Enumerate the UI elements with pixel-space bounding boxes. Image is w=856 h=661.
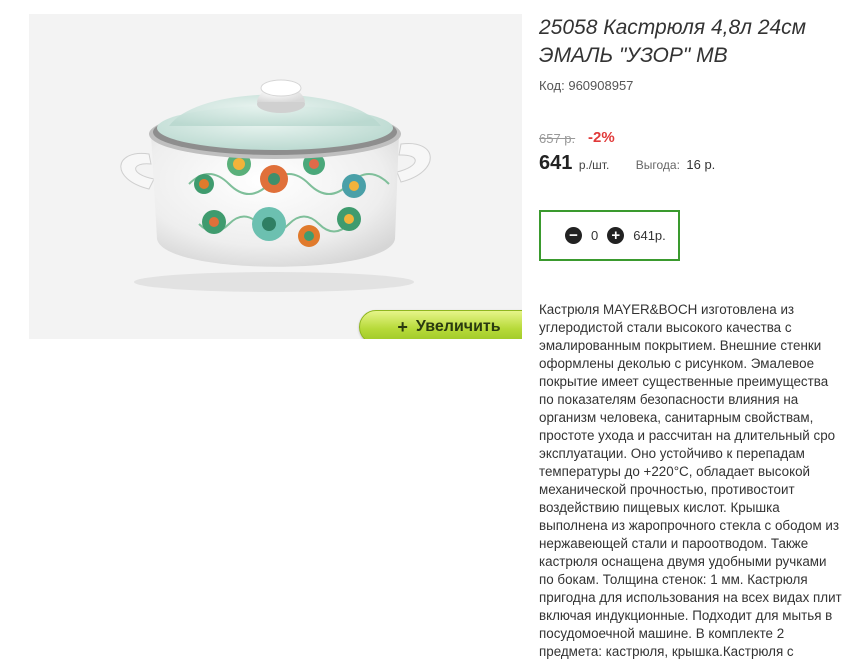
discount-badge: -2% [588,129,615,146]
price-row: 641 р./шт. Выгода: 16 р. [539,152,715,175]
zoom-label: Увеличить [415,318,501,335]
quantity-value[interactable]: 0 [591,228,598,243]
plus-circle-icon[interactable]: + [607,227,625,244]
old-price: 657 р. [539,131,576,146]
price-unit: р./шт. [578,158,610,172]
quantity-total: 641р. [633,228,666,243]
product-title: 25058 Кастрюля 4,8л 24см ЭМАЛЬ "УЗОР" MB [539,16,807,67]
sku-value: 960908957 [568,78,634,93]
quantity-selector: − 0 + 641р. [539,210,680,261]
pot-illustration [120,79,431,292]
sku-label: Код: [539,78,565,93]
product-image[interactable]: + Увеличить [29,14,522,339]
zoom-button[interactable]: + Увеличить [359,310,522,339]
minus-icon[interactable]: − [565,227,582,244]
benefit-value: 16 р. [686,157,716,172]
product-sku: Код: 960908957 [539,78,633,93]
plus-icon: + [397,317,408,337]
product-description: Кастрюля MAYER&BOCH изготовлена из углер… [539,302,842,659]
benefit-label: Выгода: [635,158,680,172]
price-value: 641 [539,152,573,174]
